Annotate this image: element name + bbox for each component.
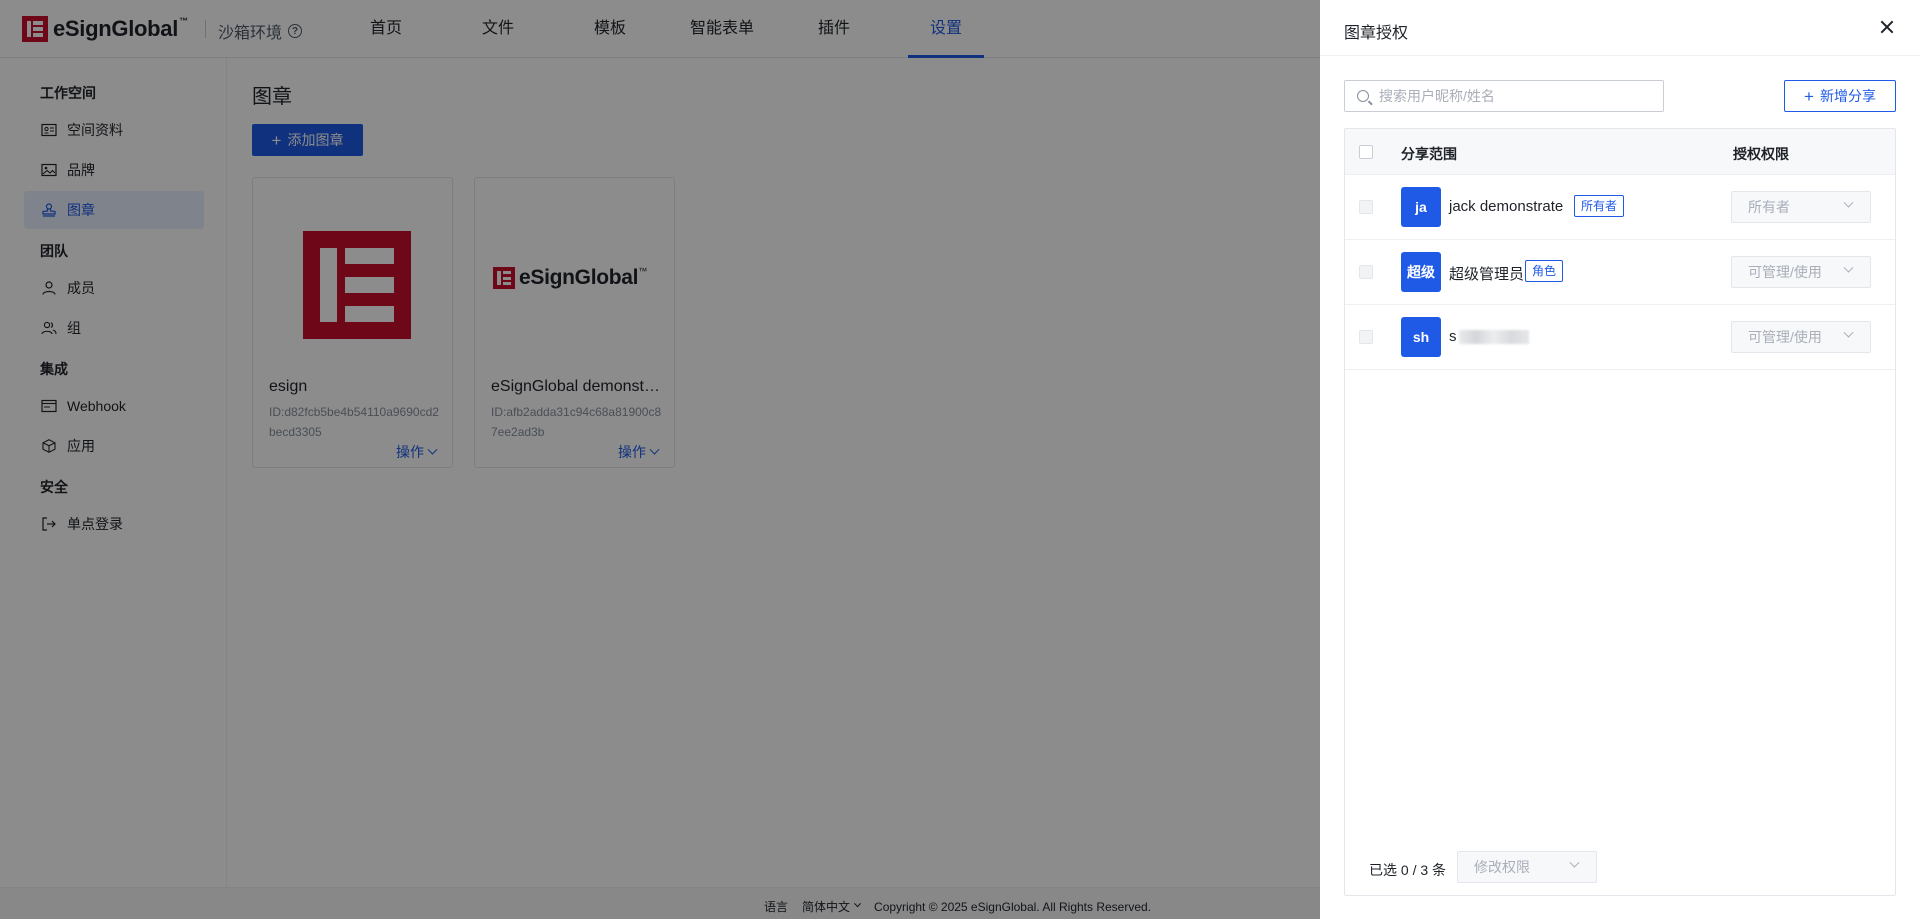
table-row: 超级 超级管理员 角色 可管理/使用 <box>1345 240 1895 305</box>
modify-permission-select[interactable]: 修改权限 <box>1457 851 1597 883</box>
redacted-name <box>1458 330 1529 345</box>
drawer-title: 图章授权 <box>1344 25 1409 42</box>
modal-backdrop[interactable] <box>0 0 1320 919</box>
role-badge: 角色 <box>1525 260 1564 282</box>
user-name: jack demonstrate <box>1449 198 1564 215</box>
drawer-header: 图章授权 <box>1320 0 1920 56</box>
share-table: 分享范围 授权权限 ja jack demonstrate 所有者 所有者 超级… <box>1344 128 1896 896</box>
user-name: s <box>1449 328 1529 345</box>
owner-badge: 所有者 <box>1574 195 1625 217</box>
chevron-down-icon <box>1843 262 1854 273</box>
user-name: 超级管理员 <box>1449 266 1525 283</box>
plus-icon: + <box>1804 86 1814 106</box>
chevron-down-icon <box>1843 197 1854 208</box>
table-header: 分享范围 授权权限 <box>1345 129 1895 175</box>
selected-count: 已选 0 / 3 条 <box>1369 862 1447 878</box>
row-checkbox[interactable] <box>1359 200 1373 214</box>
chevron-down-icon <box>1843 327 1854 338</box>
column-header-range: 分享范围 <box>1401 146 1457 162</box>
search-icon <box>1357 90 1369 102</box>
stamp-authorization-drawer: 图章授权 + 新增分享 分享范围 授权权限 ja jack demonstrat… <box>1320 0 1920 919</box>
avatar: ja <box>1401 187 1441 227</box>
select-all-checkbox[interactable] <box>1359 145 1373 159</box>
chevron-down-icon <box>1569 857 1580 868</box>
avatar: sh <box>1401 317 1441 357</box>
close-icon[interactable] <box>1878 18 1896 36</box>
table-row: ja jack demonstrate 所有者 所有者 <box>1345 175 1895 240</box>
permission-select[interactable]: 可管理/使用 <box>1731 321 1871 353</box>
column-header-permission: 授权权限 <box>1733 146 1789 162</box>
new-share-button[interactable]: + 新增分享 <box>1784 80 1896 112</box>
search-box <box>1344 80 1664 112</box>
table-row: sh s 可管理/使用 <box>1345 305 1895 370</box>
permission-select[interactable]: 可管理/使用 <box>1731 256 1871 288</box>
row-checkbox[interactable] <box>1359 265 1373 279</box>
permission-select[interactable]: 所有者 <box>1731 191 1871 223</box>
search-input[interactable] <box>1379 88 1649 104</box>
row-checkbox[interactable] <box>1359 330 1373 344</box>
avatar: 超级 <box>1401 252 1441 292</box>
